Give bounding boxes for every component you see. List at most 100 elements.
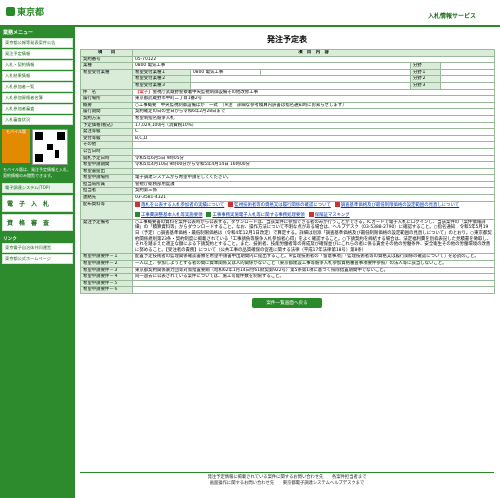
label-contact: 連絡先 — [80, 194, 133, 202]
value-person-in-charge: 契約第三係 — [131, 187, 496, 196]
label-field-1: 分野１ — [410, 68, 441, 77]
value-desired-industry-3 — [190, 81, 411, 90]
value-desired-industry-2 — [190, 75, 411, 83]
project-name: 警視庁武蔵野警察署中央監視制御設備その他改修工事 — [152, 89, 258, 95]
value-location: 東京都武蔵野市中町二丁目1番2号 — [131, 95, 496, 103]
value-field-1 — [439, 68, 496, 77]
label-notes: 発注予定備考 — [80, 218, 133, 255]
label-industry: 業種 — [80, 62, 133, 70]
label-location: 履行場所 — [80, 95, 133, 103]
qr-code-icon — [32, 129, 68, 165]
sidebar-item-jokyo[interactable]: 入札審査状況 — [2, 115, 73, 125]
sidebar-section-title: 業務メニュー — [3, 30, 34, 36]
value-documents: 落札を公表する入札参加者の実績について 監視技術者等の資格又は履行関係の確認につ… — [131, 200, 496, 220]
doc-link-5[interactable]: 工事事務実施電子入札等に関する事務処理要領 — [206, 212, 305, 218]
pdf-icon — [135, 202, 140, 207]
doc-link-2[interactable]: 監視技術者等の資格又は履行関係の確認について — [228, 202, 331, 208]
label-desired-industry-3: 希望受付業種３ — [132, 81, 191, 90]
label-requirement-4: 希望申請要件－４ — [80, 273, 133, 281]
label-order-grade: 発注等級 — [80, 128, 133, 136]
value-price: 17,029,100円（消費税10%） — [131, 121, 496, 130]
page-title: 発注予定表 — [267, 35, 307, 44]
label-accept-grade: 受付等級 — [80, 134, 133, 143]
document-icon — [206, 212, 212, 218]
column-header-item: 項 目 — [80, 49, 133, 57]
document-icon — [135, 212, 140, 218]
label-application-period: 希望申請期間 — [80, 161, 133, 169]
value-title: 【電子】警視庁武蔵野警察署中央監視制御設備その他改修工事 — [131, 88, 496, 97]
sidebar-item-shinsa[interactable]: 入札参加者審査 — [2, 104, 73, 114]
doc-link-6[interactable]: 保険証マスキング — [308, 212, 350, 218]
value-requirement-2: 一人以上、参加しようとする者の間に資本関係又は人的関係がないこと（東京都建設工事… — [131, 260, 496, 268]
mobile-note: モバイル版は、発注予定情報と入札、契約情報のみ閲覧できます。 — [3, 167, 71, 178]
label-title: 件 名 — [80, 88, 133, 97]
value-requirement-1: 配置予定技術者の監理関係確認書類を希望申請書中出期間内に提出すること。※監理技術… — [131, 253, 496, 261]
label-requirement-2: 希望申請要件－２ — [80, 260, 133, 268]
back-to-list-button[interactable]: 案件一覧画面へ戻る — [252, 297, 322, 308]
label-requirement-1: 希望申請要件－１ — [80, 253, 133, 261]
value-application-place: 電子調達システムから希望申請をしてください。 — [131, 174, 496, 182]
pdf-icon — [334, 202, 340, 207]
sidebar-item-hacchu[interactable]: 発注予定情報 — [2, 49, 73, 59]
value-field — [439, 62, 496, 70]
value-field-3 — [439, 81, 496, 90]
label-field-2: 分野２ — [410, 75, 441, 83]
label-department: 担当局所属 — [80, 180, 133, 189]
value-announce-date — [131, 147, 496, 156]
label-application-submit: 希望書提出 — [80, 167, 133, 176]
electronic-tag: 【電子】 — [135, 89, 153, 95]
label-price: 予定価格(税込) — [80, 121, 133, 130]
value-requirement-6 — [131, 286, 496, 294]
pdf-icon — [308, 212, 314, 218]
value-summary: ○工事概要 中央監視制御設備ほか 一式 （※注 詳細な参考積算内訳書は指名通知時… — [131, 101, 496, 110]
column-header-content: 項 目 内 容 — [131, 49, 496, 57]
value-contact: 03-3581-4321 — [131, 194, 496, 202]
sidebar-item-meibo[interactable]: 入札参加資格者名簿 — [2, 93, 73, 103]
value-order-grade: C — [131, 128, 496, 136]
links-heading: リンク — [3, 237, 17, 242]
link-kyodo-unei[interactable]: 東京電子自治体共同運営 — [2, 243, 73, 253]
label-desired-industry: 希望受付業種 — [80, 68, 133, 90]
qualification-button[interactable]: 資 格 審 査 — [2, 214, 73, 231]
label-documents: 配布資料等 — [80, 200, 133, 220]
value-desired-industry-1-extra — [260, 68, 411, 77]
label-field: 分野 — [410, 62, 441, 70]
e-bidding-button[interactable]: 電 子 入 札 — [2, 195, 73, 212]
link-tokyo-official[interactable]: 東京都公式ホームページ — [2, 254, 73, 264]
mobile-promo: モバイル版 — [2, 129, 73, 165]
label-requirement-3: 希望申請要件－３ — [80, 266, 133, 275]
value-desired-industry-1: 0800 電気工事 — [190, 68, 261, 77]
value-application-period: 令和5年4月10日 9時00分から令和5年4月14日 16時00分 — [131, 161, 496, 169]
document-links: 落札を公表する入札参加者の実績について 監視技術者等の資格又は履行関係の確認につ… — [135, 202, 492, 218]
tokyo-logo-icon — [6, 7, 15, 16]
header: 東京都 入札情報サービス — [0, 0, 500, 27]
value-field-2 — [439, 75, 496, 83]
e-procurement-top-button[interactable]: 電子調達システム(TOP) — [2, 183, 73, 193]
sidebar-item-nyusatsu-keiyaku[interactable]: 入札・契約情報 — [2, 60, 73, 70]
value-accept-grade: B,C,D — [131, 134, 496, 143]
label-period: 履行期間 — [80, 108, 133, 116]
label-other: その他 — [80, 141, 133, 149]
value-method: 希望制指名競争入札 — [131, 114, 496, 123]
value-department: 警視庁総務部用度課 — [131, 180, 496, 189]
doc-link-1[interactable]: 落札を公表する入札参加者の実績について — [135, 202, 224, 208]
label-application-place: 希望申請場所 — [80, 174, 133, 182]
doc-link-4[interactable]: 工事費調整基本入札等実施要領 — [135, 212, 202, 218]
sidebar: 業務メニュー 東京都公報等発表案件公告 発注予定情報 入札・契約情報 入札結果情… — [0, 27, 75, 498]
tokyo-logo[interactable]: 東京都 — [6, 5, 44, 18]
value-period: 契約確定の日の翌日から令和6年2月28日まで — [131, 108, 496, 116]
header-divider — [0, 25, 500, 27]
value-opening-date: 令和5年6月5日 9時05分 — [131, 154, 496, 163]
sidebar-item-sankasha[interactable]: 入札参加者一覧 — [2, 82, 73, 92]
sidebar-item-kekka[interactable]: 入札結果情報 — [2, 71, 73, 81]
label-contract-no: 契約番号 — [80, 55, 133, 64]
doc-link-3[interactable]: 調査基準価格及び最低制限価格の設定範囲の見直しについて — [334, 202, 459, 208]
value-requirement-4: 同一過去に公表されている案件については、施工可能件数を制限すること。 — [131, 273, 496, 281]
value-application-submit — [131, 167, 496, 176]
pdf-icon — [228, 202, 234, 207]
label-method: 契約方法 — [80, 114, 133, 123]
mobile-banner[interactable]: モバイル版 — [2, 129, 30, 163]
label-field-3: 分野３ — [410, 81, 441, 90]
sidebar-item-koho[interactable]: 東京都公報等発表案件公告 — [2, 38, 73, 48]
value-other — [131, 141, 496, 149]
